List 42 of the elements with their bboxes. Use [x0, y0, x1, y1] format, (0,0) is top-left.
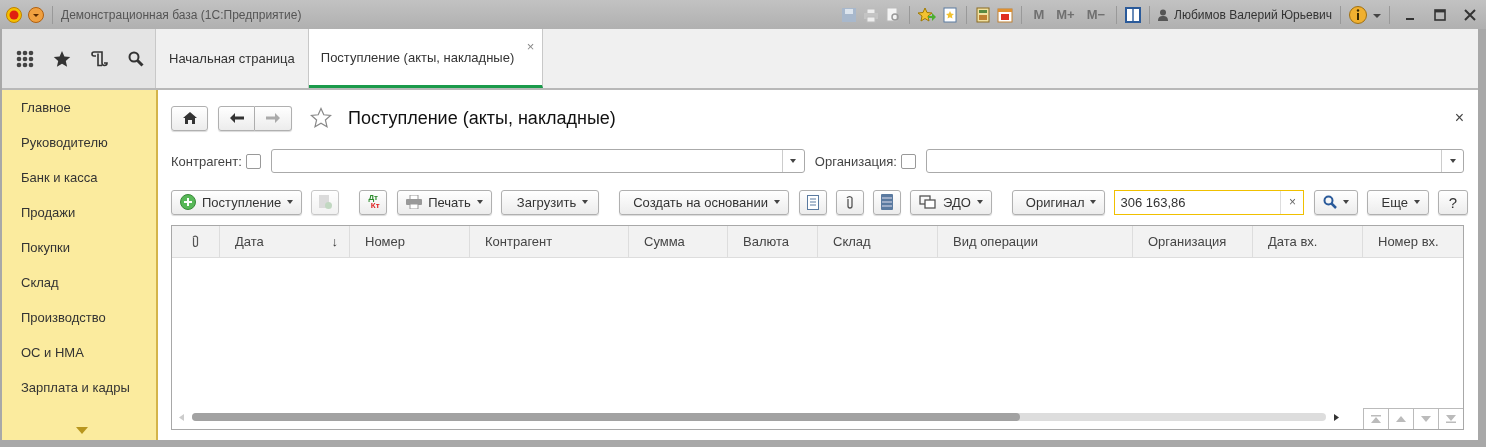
help-button[interactable]: ?: [1437, 189, 1468, 215]
column-header[interactable]: Контрагент: [470, 226, 629, 257]
sidebar-item[interactable]: Склад: [2, 273, 156, 308]
tab[interactable]: Поступление (акты, накладные) ×: [308, 29, 544, 88]
credit-mark: Кт: [370, 202, 380, 210]
close-button[interactable]: ×: [1454, 109, 1464, 127]
debit-mark: Дт: [367, 194, 378, 202]
sidebar-item[interactable]: ОС и НМА: [2, 343, 156, 378]
column-header[interactable]: Организация: [1133, 226, 1253, 257]
sidebar-item[interactable]: Зарплата и кадры: [2, 378, 156, 413]
window-title: Демонстрационная база (1С:Предприятие): [61, 7, 302, 22]
tab[interactable]: Начальная страница: [156, 29, 309, 88]
sidebar-item[interactable]: Продажи: [2, 203, 156, 238]
load-button[interactable]: Загрузить: [500, 189, 600, 215]
search-field[interactable]: 306 163,86 ×: [1114, 189, 1305, 215]
form-title: Поступление (акты, накладные): [348, 107, 616, 129]
tab-close-button[interactable]: ×: [526, 39, 535, 54]
user-name[interactable]: Любимов Валерий Юрьевич: [1174, 7, 1332, 22]
sidebar-item[interactable]: Банк и касса: [2, 168, 156, 203]
sidebar-item[interactable]: Руководителю: [2, 133, 156, 168]
clear-button[interactable]: ×: [1280, 190, 1304, 214]
sort-arrow: ↓: [331, 234, 338, 249]
original-button[interactable]: Оригинал: [1011, 189, 1106, 215]
filter-label: Контрагент:: [171, 153, 242, 169]
column-header[interactable]: Номер: [350, 226, 470, 257]
sidebar-item[interactable]: Покупки: [2, 238, 156, 273]
column-header[interactable]: Дата вх.: [1253, 226, 1363, 257]
create-based-on-button[interactable]: Создать на основании: [619, 189, 790, 215]
create-button[interactable]: Поступление: [171, 189, 303, 215]
print-button[interactable]: Печать: [397, 189, 492, 215]
more-button[interactable]: Еще: [1367, 189, 1429, 215]
sidebar-item[interactable]: Главное: [2, 98, 156, 133]
column-header[interactable]: Вид операции: [938, 226, 1133, 257]
column-header[interactable]: Склад: [818, 226, 938, 257]
sidebar-item[interactable]: Производство: [2, 308, 156, 343]
column-header[interactable]: Сумма: [629, 226, 728, 257]
filter-label: Организация:: [814, 153, 897, 169]
edo-button[interactable]: ЭДО: [910, 189, 992, 215]
posting-button[interactable]: Дт Кт: [359, 189, 388, 215]
column-header[interactable]: Номер вх.: [1363, 226, 1463, 257]
column-header[interactable]: Валюта: [728, 226, 818, 257]
column-header[interactable]: Дата ↓: [220, 226, 350, 257]
